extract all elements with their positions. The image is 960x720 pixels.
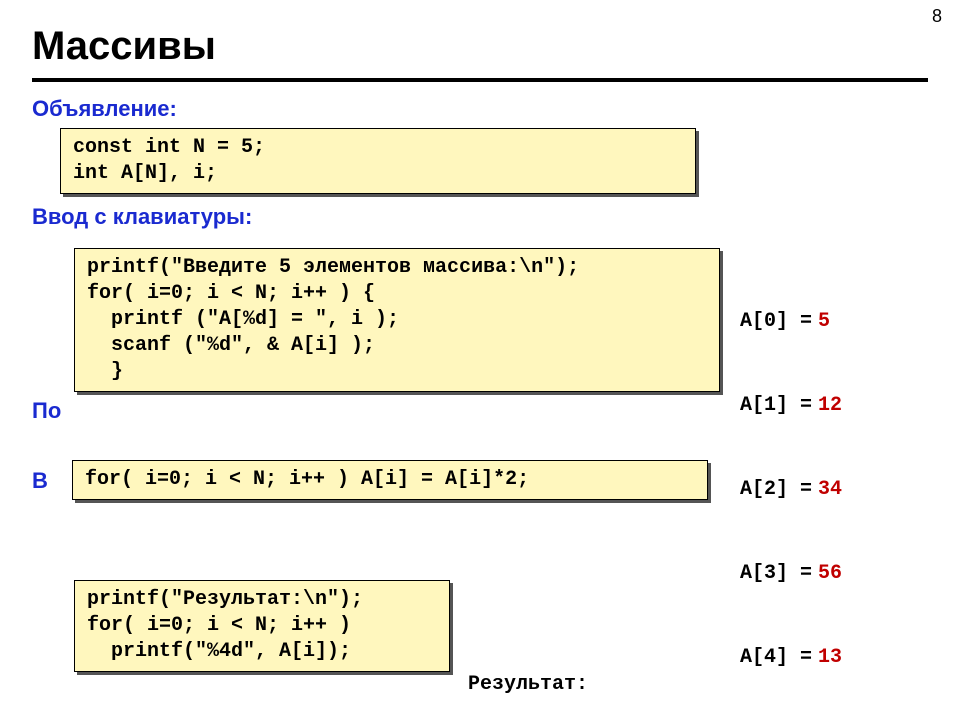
- array-values-readout: A[0] =5 A[1] =12 A[2] =34 A[3] =56 A[4] …: [740, 252, 842, 720]
- slide: 8 Массивы Объявление: const int N = 5; i…: [0, 0, 960, 720]
- code-declare: const int N = 5; int A[N], i;: [60, 128, 696, 194]
- code-input: printf("Введите 5 элементов массива:\n")…: [74, 248, 720, 392]
- result-block: Результат: 10 24 68 112 26: [468, 615, 708, 720]
- array-row: A[4] =13: [740, 644, 842, 672]
- page-number: 8: [932, 6, 942, 27]
- code-double: for( i=0; i < N; i++ ) A[i] = A[i]*2;: [72, 460, 708, 500]
- section-input-label: Ввод с клавиатуры:: [32, 204, 252, 230]
- array-row: A[0] =5: [740, 308, 842, 336]
- section-partial-2: В: [32, 468, 48, 494]
- code-output: printf("Результат:\n"); for( i=0; i < N;…: [74, 580, 450, 672]
- array-row: A[3] =56: [740, 560, 842, 588]
- section-partial-1: По: [32, 398, 61, 424]
- array-row: A[1] =12: [740, 392, 842, 420]
- section-declare-label: Объявление:: [32, 96, 177, 122]
- result-heading: Результат:: [468, 671, 708, 699]
- title-underline: [32, 78, 928, 82]
- slide-title: Массивы: [32, 24, 216, 69]
- array-row: A[2] =34: [740, 476, 842, 504]
